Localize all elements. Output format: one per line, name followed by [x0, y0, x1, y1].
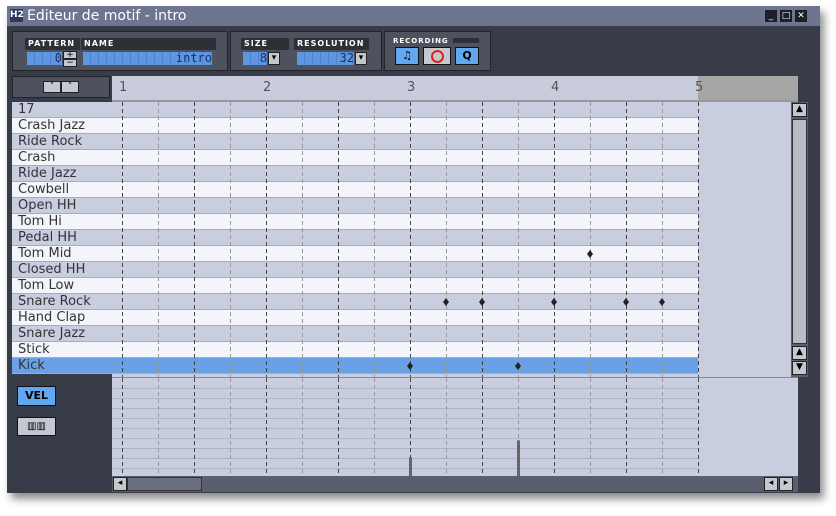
- size-dropdown-button[interactable]: ▾: [268, 52, 280, 65]
- ruler-bar-number: 3: [407, 80, 416, 95]
- instrument-name[interactable]: Crash Jazz: [12, 118, 112, 134]
- ruler-out-of-range: [698, 76, 798, 100]
- scroll-left-button-2[interactable]: ◂: [764, 477, 778, 491]
- ruler-bar-number: 5: [695, 80, 704, 95]
- close-button[interactable]: ✕: [795, 10, 807, 22]
- resolution-label: RESOLUTION: [294, 38, 369, 50]
- note-marker[interactable]: [659, 298, 665, 306]
- note-marker[interactable]: [443, 298, 449, 306]
- velocity-view-button[interactable]: VEL: [17, 386, 56, 406]
- pattern-editor-window: H2 Editeur de motif - intro _ □ ✕ PATTER…: [7, 6, 820, 493]
- instrument-name[interactable]: Snare Jazz: [12, 326, 112, 342]
- piano-keys-icon: ▥▥: [27, 421, 46, 432]
- recording-label: RECORDING: [393, 37, 449, 45]
- note-marker[interactable]: [515, 362, 521, 370]
- pattern-name-field[interactable]: intro: [83, 52, 212, 65]
- velocity-editor[interactable]: [112, 377, 798, 477]
- velocity-bar[interactable]: [409, 457, 412, 477]
- minimize-button[interactable]: _: [765, 10, 777, 22]
- note-marker[interactable]: [623, 298, 629, 306]
- velocity-bar[interactable]: [517, 440, 520, 477]
- instrument-name[interactable]: Tom Hi: [12, 214, 112, 230]
- horizontal-scrollbar[interactable]: ◂ ◂ ▸: [112, 476, 798, 492]
- instrument-name[interactable]: Stick: [12, 342, 112, 358]
- ruler-bar-number: 2: [263, 80, 272, 95]
- instrument-name[interactable]: Tom Low: [12, 278, 112, 294]
- note-marker[interactable]: [407, 362, 413, 370]
- recording-indicator: [453, 38, 479, 43]
- note-grid[interactable]: [112, 102, 798, 377]
- instrument-nav-panel: ˅ ˄: [12, 76, 110, 98]
- name-label: NAME: [81, 38, 216, 50]
- instrument-name[interactable]: Ride Rock: [12, 134, 112, 150]
- pattern-number-display: 0: [27, 52, 62, 65]
- quantize-button[interactable]: Q: [455, 47, 479, 65]
- size-display: 8: [243, 52, 267, 65]
- note-marker[interactable]: [587, 250, 593, 258]
- chevron-down-icon: ˅: [49, 82, 55, 92]
- vertical-scrollbar[interactable]: ▲ ▲ ▼: [791, 102, 808, 377]
- pattern-decrement-button[interactable]: −: [63, 59, 77, 68]
- instrument-name[interactable]: Kick: [12, 358, 112, 374]
- instrument-name[interactable]: Snare Rock: [12, 294, 112, 310]
- vertical-scroll-thumb[interactable]: [792, 119, 807, 344]
- size-panel: SIZE RESOLUTION 8 ▾ 32 ▾: [230, 31, 382, 71]
- size-label: SIZE: [241, 38, 289, 50]
- chevron-up-icon: ˄: [67, 82, 73, 92]
- instrument-name[interactable]: Open HH: [12, 198, 112, 214]
- instrument-name[interactable]: Closed HH: [12, 262, 112, 278]
- scroll-up-button[interactable]: ▲: [792, 103, 807, 117]
- instrument-name[interactable]: Hand Clap: [12, 310, 112, 326]
- ruler-bar-number: 1: [119, 80, 128, 95]
- instrument-name[interactable]: Ride Jazz: [12, 166, 112, 182]
- instrument-name[interactable]: Crash: [12, 150, 112, 166]
- piano-view-button[interactable]: ▥▥: [17, 417, 56, 436]
- scroll-right-button[interactable]: ▸: [779, 477, 793, 491]
- note-marker[interactable]: [551, 298, 557, 306]
- scroll-left-button[interactable]: ◂: [113, 477, 127, 491]
- instrument-name[interactable]: Pedal HH: [12, 230, 112, 246]
- recording-panel: RECORDING ♫ Q: [384, 31, 491, 71]
- title-bar: H2 Editeur de motif - intro _ □ ✕: [7, 6, 820, 26]
- instrument-list: 17 Crash Jazz Ride Rock Crash Ride Jazz Cowbe…: [12, 102, 112, 374]
- record-button[interactable]: [423, 47, 451, 65]
- horizontal-scroll-thumb[interactable]: [127, 477, 202, 491]
- scroll-up-button-2[interactable]: ▲: [792, 346, 807, 360]
- maximize-button[interactable]: □: [780, 10, 792, 22]
- instrument-name[interactable]: Cowbell: [12, 182, 112, 198]
- note-input-button[interactable]: ♫: [395, 47, 419, 65]
- instrument-down-button[interactable]: ˅: [43, 81, 61, 93]
- app-logo-icon: H2: [10, 9, 24, 22]
- pattern-label: PATTERN: [25, 38, 80, 50]
- window-title: Editeur de motif - intro: [27, 8, 187, 24]
- instrument-name[interactable]: Tom Mid: [12, 246, 112, 262]
- pattern-panel: PATTERN NAME 0 + − intro: [12, 31, 228, 71]
- resolution-dropdown-button[interactable]: ▾: [355, 52, 367, 65]
- instrument-name[interactable]: 17: [12, 102, 112, 118]
- record-circle-icon: [430, 50, 444, 63]
- music-note-icon: ♫: [402, 49, 412, 62]
- instrument-up-button[interactable]: ˄: [61, 81, 79, 93]
- timeline-ruler[interactable]: 1 2 3 4 5: [112, 76, 798, 102]
- note-marker[interactable]: [479, 298, 485, 306]
- resolution-display: 32: [297, 52, 354, 65]
- scroll-down-button[interactable]: ▼: [792, 361, 807, 375]
- ruler-bar-number: 4: [551, 80, 560, 95]
